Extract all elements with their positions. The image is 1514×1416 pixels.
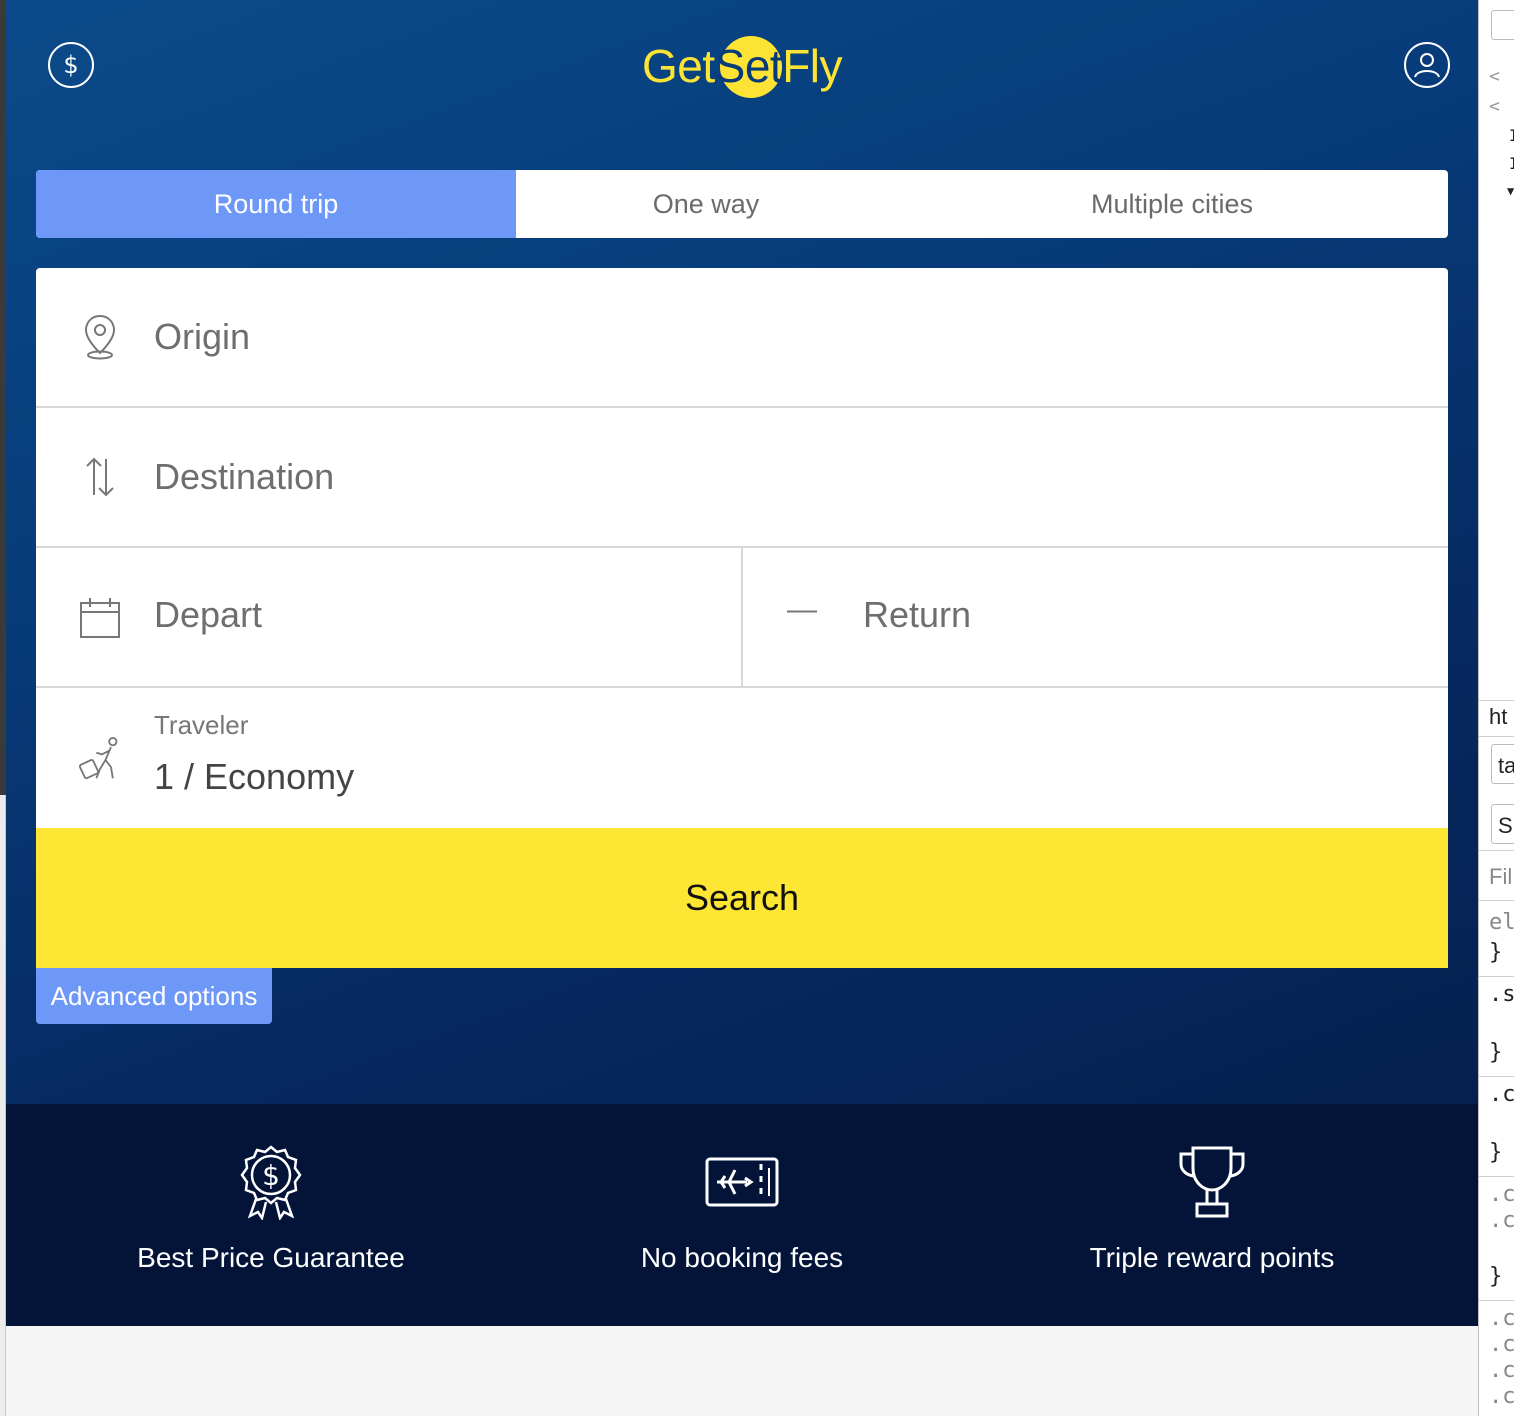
ticket-plane-icon [705, 1142, 779, 1222]
origin-row [36, 268, 1448, 408]
logo-text-fly: Fly [782, 40, 843, 92]
devtools-fragment: .c [1489, 1208, 1514, 1233]
devtools-dom-tree: < < I I ▼ [1479, 0, 1514, 700]
feature-label-rewards: Triple reward points [1089, 1242, 1335, 1273]
origin-input[interactable] [154, 316, 1418, 358]
devtools-fragment: .c [1489, 1332, 1514, 1357]
advanced-options-button[interactable]: Advanced options [36, 968, 272, 1024]
return-input[interactable] [863, 594, 1418, 636]
devtools-panel: < < I I ▼ ht ta S Fil el } .s } .c } .c … [1478, 0, 1514, 1416]
devtools-fragment: el [1489, 910, 1514, 935]
devtools-subtab[interactable]: S [1491, 804, 1514, 844]
app-window: $ GetSetFly Round trip One way Multiple … [6, 0, 1478, 1326]
tab-multiple-cities[interactable]: Multiple cities [896, 170, 1448, 238]
account-button[interactable] [1404, 42, 1450, 88]
logo-text-get: Get [642, 40, 715, 92]
feature-best-price: $ Best Price Guarantee [136, 1104, 406, 1326]
traveler-value[interactable]: 1 / Economy [154, 756, 354, 798]
destination-input[interactable] [154, 456, 1418, 498]
devtools-fragment: < [1489, 66, 1500, 87]
devtools-fragment: } [1489, 1140, 1503, 1165]
feature-label-no-fees: No booking fees [640, 1242, 844, 1273]
devtools-fragment: .c [1489, 1306, 1514, 1331]
header: $ GetSetFly [6, 0, 1478, 130]
devtools-tab-label[interactable]: ht [1489, 704, 1507, 730]
location-pin-icon [78, 312, 122, 362]
dates-row: — [36, 548, 1448, 688]
devtools-input[interactable]: ta [1491, 744, 1514, 784]
traveler-label: Traveler [154, 710, 249, 740]
calendar-icon [78, 593, 122, 643]
trip-type-tabs: Round trip One way Multiple cities [36, 170, 1448, 238]
search-button[interactable]: Search [36, 828, 1448, 968]
svg-text:$: $ [262, 1159, 280, 1192]
feature-no-fees: No booking fees [606, 1104, 878, 1326]
tab-round-trip[interactable]: Round trip [36, 170, 516, 238]
feature-label-best-price: Best Price Guarantee [137, 1242, 405, 1273]
dollar-icon: $ [63, 51, 79, 79]
features-bar: $ Best Price Guarantee No booking fees T… [6, 1104, 1478, 1326]
traveler-luggage-icon [78, 734, 122, 784]
tab-one-way[interactable]: One way [516, 170, 896, 238]
devtools-fragment: .c [1489, 1384, 1514, 1409]
devtools-fragment: } [1489, 940, 1503, 965]
feature-rewards: Triple reward points [1076, 1104, 1348, 1326]
devtools-fragment: < [1489, 96, 1500, 117]
devtools-fragment: ▼ [1507, 184, 1514, 198]
trophy-icon [1177, 1142, 1247, 1222]
devtools-fragment: I [1509, 154, 1514, 173]
devtools-fragment: } [1489, 1264, 1503, 1289]
devtools-fragment: } [1489, 1040, 1503, 1065]
devtools-fragment: .c [1489, 1182, 1514, 1207]
devtools-toggle-icon[interactable] [1491, 10, 1514, 40]
devtools-fragment: .c [1489, 1358, 1514, 1383]
depart-field[interactable] [36, 548, 741, 686]
user-icon [1414, 53, 1440, 78]
devtools-fragment: I [1509, 126, 1514, 145]
destination-row [36, 408, 1448, 548]
depart-input[interactable] [154, 594, 711, 636]
search-form: — Traveler 1 / Economy [36, 268, 1448, 828]
devtools-fragment: .s [1489, 982, 1514, 1007]
devtools-fragment: .c [1489, 1082, 1514, 1107]
return-field[interactable]: — [741, 548, 1448, 686]
date-separator-dash: — [787, 593, 817, 626]
devtools-filter[interactable]: Fil [1489, 864, 1512, 890]
price-ribbon-icon: $ [238, 1142, 304, 1222]
traveler-row[interactable]: Traveler 1 / Economy [36, 688, 1448, 828]
logo[interactable]: GetSetFly [642, 36, 843, 98]
swap-arrows-icon[interactable] [78, 452, 122, 502]
currency-button[interactable]: $ [48, 42, 94, 88]
logo-text-set: Set [714, 40, 783, 92]
